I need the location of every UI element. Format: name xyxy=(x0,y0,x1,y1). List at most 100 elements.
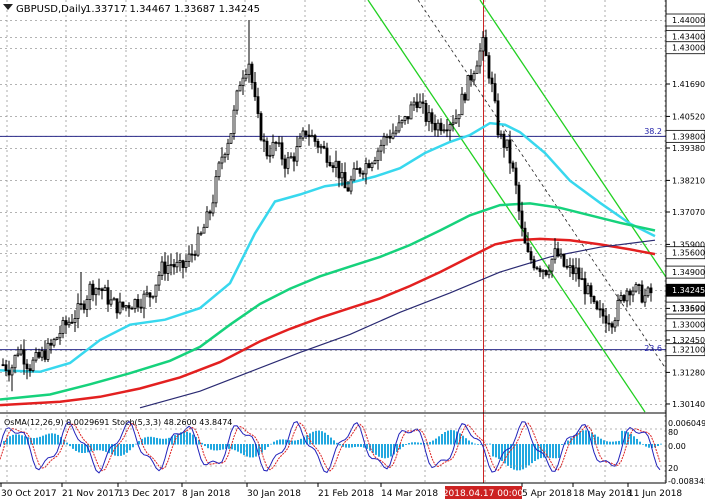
osma-bar xyxy=(609,441,611,445)
osma-bar xyxy=(441,434,443,445)
osma-bar xyxy=(390,444,392,457)
osma-bar xyxy=(183,431,185,445)
candle-body xyxy=(436,122,440,131)
price-chart[interactable]: 0.00604980 0.00 20 -0.008345 1.44000 1.43400 1… xyxy=(0,0,705,502)
candle-body xyxy=(487,55,491,79)
time-tick-label: 5 Apr 2018 xyxy=(522,489,572,499)
candle-body xyxy=(88,283,92,300)
candle-body xyxy=(97,287,101,290)
candle-body xyxy=(325,147,329,163)
candle-body xyxy=(307,134,311,138)
candle-body xyxy=(319,145,323,148)
osma-bar xyxy=(516,444,518,471)
candle-body xyxy=(214,176,218,204)
sub-axis-tick: -0.008345 xyxy=(668,477,705,486)
candle-body xyxy=(118,301,122,314)
osma-bar xyxy=(540,444,542,459)
osma-bar xyxy=(585,430,587,445)
candle-body xyxy=(616,300,620,322)
sub-axis-tick: 0.006049 xyxy=(668,419,705,428)
osma-bar xyxy=(207,444,209,449)
candle-body xyxy=(157,274,161,286)
osma-bar xyxy=(240,444,242,454)
osma-bar xyxy=(105,444,107,452)
candle-body xyxy=(142,293,146,309)
osma-bar xyxy=(69,444,71,447)
candle-body xyxy=(550,258,554,272)
candle-body xyxy=(16,353,20,356)
candle-body xyxy=(211,202,215,214)
candle-body xyxy=(508,139,512,164)
osma-bar xyxy=(642,444,644,445)
candle-body xyxy=(310,135,314,138)
candle-body xyxy=(334,160,338,168)
vertical-marker-label: 2018.04.17 00:00 xyxy=(443,486,523,499)
osma-bar xyxy=(102,444,104,451)
price-tick-label: 1.41690 xyxy=(672,80,705,89)
osma-bar xyxy=(66,442,68,445)
candle-body xyxy=(79,303,83,306)
osma-bar xyxy=(315,430,317,445)
candle-body xyxy=(61,320,65,334)
candle-body xyxy=(373,160,377,164)
candle-body xyxy=(238,85,242,92)
osma-bar xyxy=(414,442,416,445)
osma-bar xyxy=(528,444,530,466)
osma-bar xyxy=(378,444,380,457)
candle-body xyxy=(94,287,98,296)
osma-bar xyxy=(636,438,638,445)
candle-body xyxy=(634,284,638,292)
osma-bar xyxy=(150,436,152,445)
osma-bar xyxy=(228,444,230,449)
candle-body xyxy=(208,211,212,214)
osma-bar xyxy=(339,444,341,446)
osma-bar xyxy=(606,441,608,445)
osma-bar xyxy=(96,444,98,451)
osma-bar xyxy=(210,444,212,450)
osma-bar xyxy=(249,444,251,458)
sub-axis-tick: 20 xyxy=(668,464,678,473)
candle-body xyxy=(574,267,578,275)
candle-body xyxy=(529,251,533,261)
candle-body xyxy=(340,172,344,179)
osma-bar xyxy=(237,444,239,452)
time-tick-label: 21 Feb 2018 xyxy=(318,489,374,499)
osma-bar xyxy=(417,442,419,445)
osma-bar xyxy=(267,444,269,447)
candle-body xyxy=(100,288,104,292)
candle-body xyxy=(472,73,476,81)
candle-body xyxy=(58,332,62,339)
candle-body xyxy=(565,265,569,268)
time-tick-label: 8 Jan 2018 xyxy=(182,489,230,499)
osma-bar xyxy=(525,444,527,468)
osma-bar xyxy=(453,430,455,445)
osma-bar xyxy=(375,444,377,455)
candle-body xyxy=(631,290,635,296)
osma-bar xyxy=(300,438,302,445)
candle-body xyxy=(4,364,8,371)
candle-body xyxy=(463,93,467,101)
osma-bar xyxy=(474,443,476,445)
candle-body xyxy=(46,342,50,360)
candle-body xyxy=(40,350,44,358)
candle-body xyxy=(184,261,188,268)
candle-body xyxy=(67,321,71,326)
ohlc-values: 1.33717 1.34467 1.33687 1.34245 xyxy=(85,4,260,15)
osma-bar xyxy=(495,444,497,458)
chart-header: GBPUSD,Daily 1.33717 1.34467 1.33687 1.3… xyxy=(3,4,260,15)
candle-body xyxy=(73,318,77,323)
candle-body xyxy=(133,299,137,309)
candle-body xyxy=(424,103,428,122)
candle-body xyxy=(220,156,224,164)
osma-bar xyxy=(48,433,50,445)
candle-body xyxy=(622,295,626,302)
osma-bar xyxy=(438,436,440,445)
time-tick-label: 21 Nov 2017 xyxy=(62,489,120,499)
price-tick-label: 1.30140 xyxy=(672,400,705,409)
candle-body xyxy=(502,133,506,148)
osma-bar xyxy=(189,432,191,445)
candle-body xyxy=(103,287,107,292)
osma-bar xyxy=(123,444,125,455)
candle-body xyxy=(610,323,614,328)
osma-bar xyxy=(615,441,617,445)
